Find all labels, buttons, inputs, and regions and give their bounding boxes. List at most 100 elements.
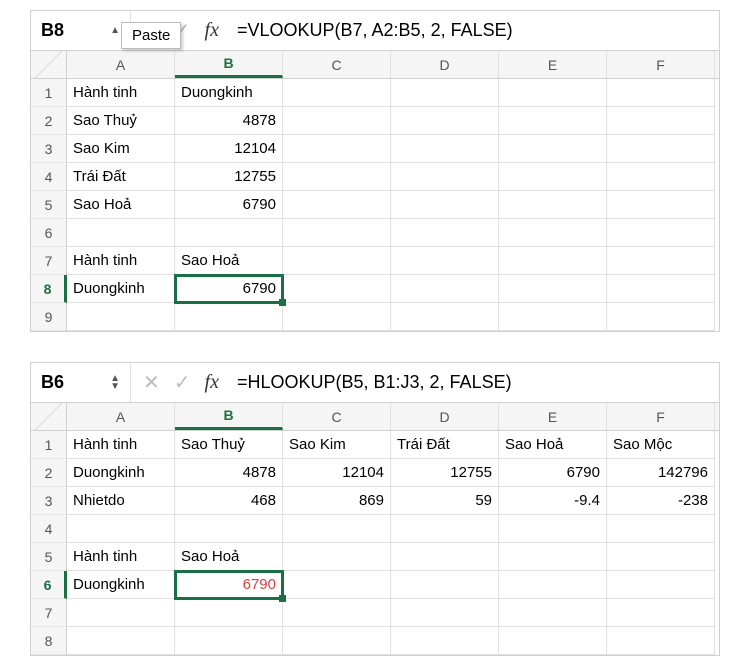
cell-C5[interactable] [283, 543, 391, 571]
cell-D5[interactable] [391, 191, 499, 219]
cell-B7[interactable] [175, 599, 283, 627]
row-header-6[interactable]: 6 [31, 571, 67, 599]
formula-input[interactable] [231, 20, 719, 41]
cell-B8[interactable]: 6790 [175, 275, 283, 303]
cell-F2[interactable] [607, 107, 715, 135]
row-header-7[interactable]: 7 [31, 247, 67, 275]
row-header-9[interactable]: 9 [31, 303, 67, 331]
column-header-E[interactable]: E [499, 51, 607, 78]
cell-C4[interactable] [283, 515, 391, 543]
name-box[interactable]: B6 ▲▼ [31, 363, 131, 402]
grid-1[interactable]: 1Hành tinhDuongkinh2Sao Thuỷ48783Sao Kim… [31, 79, 719, 331]
cell-E2[interactable] [499, 107, 607, 135]
cell-D4[interactable] [391, 163, 499, 191]
cell-B3[interactable]: 12104 [175, 135, 283, 163]
cell-B5[interactable]: 6790 [175, 191, 283, 219]
cell-C8[interactable] [283, 275, 391, 303]
cell-C6[interactable] [283, 219, 391, 247]
cell-C7[interactable] [283, 599, 391, 627]
cell-F4[interactable] [607, 515, 715, 543]
cell-F2[interactable]: 142796 [607, 459, 715, 487]
cell-C4[interactable] [283, 163, 391, 191]
cell-E6[interactable] [499, 571, 607, 599]
cell-F3[interactable]: -238 [607, 487, 715, 515]
cell-D8[interactable] [391, 627, 499, 655]
cell-A3[interactable]: Sao Kim [67, 135, 175, 163]
row-header-4[interactable]: 4 [31, 163, 67, 191]
cell-C3[interactable]: 869 [283, 487, 391, 515]
cell-D8[interactable] [391, 275, 499, 303]
cancel-icon[interactable]: ✕ [143, 370, 160, 395]
cell-A5[interactable]: Sao Hoả [67, 191, 175, 219]
cell-A4[interactable] [67, 515, 175, 543]
cell-C2[interactable]: 12104 [283, 459, 391, 487]
cell-F5[interactable] [607, 191, 715, 219]
cell-E1[interactable]: Sao Hoả [499, 431, 607, 459]
cell-E3[interactable]: -9.4 [499, 487, 607, 515]
column-header-C[interactable]: C [283, 403, 391, 430]
cell-A1[interactable]: Hành tinh [67, 431, 175, 459]
cell-B6[interactable]: 6790 [175, 571, 283, 599]
cell-A8[interactable]: Duongkinh [67, 275, 175, 303]
cell-D7[interactable] [391, 247, 499, 275]
cell-C1[interactable] [283, 79, 391, 107]
column-header-F[interactable]: F [607, 51, 715, 78]
name-box-dropdown-icon[interactable]: ▲ [110, 27, 120, 35]
cell-D7[interactable] [391, 599, 499, 627]
name-box[interactable]: B8 ▲ [31, 11, 131, 50]
column-header-B[interactable]: B [175, 51, 283, 78]
cell-D3[interactable] [391, 135, 499, 163]
column-header-D[interactable]: D [391, 51, 499, 78]
cell-E2[interactable]: 6790 [499, 459, 607, 487]
cell-A7[interactable] [67, 599, 175, 627]
cell-B8[interactable] [175, 627, 283, 655]
paste-tooltip[interactable]: Paste [121, 22, 181, 49]
cell-A5[interactable]: Hành tinh [67, 543, 175, 571]
grid-2[interactable]: 1Hành tinhSao ThuỷSao KimTrái ĐấtSao Hoả… [31, 431, 719, 655]
column-header-C[interactable]: C [283, 51, 391, 78]
formula-input[interactable] [231, 372, 719, 393]
cell-C7[interactable] [283, 247, 391, 275]
row-header-2[interactable]: 2 [31, 459, 67, 487]
cell-F6[interactable] [607, 571, 715, 599]
cell-D4[interactable] [391, 515, 499, 543]
cell-B2[interactable]: 4878 [175, 107, 283, 135]
row-header-1[interactable]: 1 [31, 431, 67, 459]
column-header-A[interactable]: A [67, 403, 175, 430]
cell-F9[interactable] [607, 303, 715, 331]
cell-D2[interactable]: 12755 [391, 459, 499, 487]
cell-C8[interactable] [283, 627, 391, 655]
cell-F8[interactable] [607, 275, 715, 303]
cell-C1[interactable]: Sao Kim [283, 431, 391, 459]
cell-C9[interactable] [283, 303, 391, 331]
cell-A1[interactable]: Hành tinh [67, 79, 175, 107]
cell-E7[interactable] [499, 247, 607, 275]
cell-C2[interactable] [283, 107, 391, 135]
cell-C5[interactable] [283, 191, 391, 219]
cell-E8[interactable] [499, 627, 607, 655]
cell-B6[interactable] [175, 219, 283, 247]
cell-E5[interactable] [499, 191, 607, 219]
cell-A6[interactable]: Duongkinh [67, 571, 175, 599]
cell-E1[interactable] [499, 79, 607, 107]
row-header-8[interactable]: 8 [31, 275, 67, 303]
cell-F8[interactable] [607, 627, 715, 655]
name-box-spinner-icon[interactable]: ▲▼ [110, 375, 120, 391]
column-header-F[interactable]: F [607, 403, 715, 430]
cell-E4[interactable] [499, 515, 607, 543]
cell-B5[interactable]: Sao Hoả [175, 543, 283, 571]
cell-E9[interactable] [499, 303, 607, 331]
cell-A8[interactable] [67, 627, 175, 655]
cell-D6[interactable] [391, 571, 499, 599]
cell-F7[interactable] [607, 247, 715, 275]
cell-B2[interactable]: 4878 [175, 459, 283, 487]
cell-A7[interactable]: Hành tinh [67, 247, 175, 275]
cell-F6[interactable] [607, 219, 715, 247]
cell-B1[interactable]: Duongkinh [175, 79, 283, 107]
row-header-2[interactable]: 2 [31, 107, 67, 135]
select-all-corner[interactable] [31, 51, 67, 78]
cell-F5[interactable] [607, 543, 715, 571]
cell-B4[interactable]: 12755 [175, 163, 283, 191]
enter-icon[interactable]: ✓ [174, 370, 191, 395]
row-header-7[interactable]: 7 [31, 599, 67, 627]
